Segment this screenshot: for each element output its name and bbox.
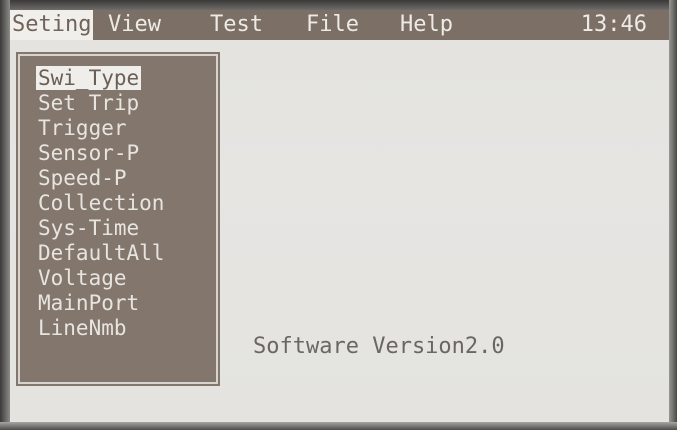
- menu-item-set-trip[interactable]: Set Trip: [36, 91, 141, 115]
- menu-bar: Seting View Test File Help 13:46: [10, 10, 669, 40]
- menu-view[interactable]: View: [106, 10, 163, 40]
- menu-item-collection[interactable]: Collection: [36, 191, 166, 215]
- menu-item-default-all[interactable]: DefaultAll: [36, 241, 166, 265]
- menu-test[interactable]: Test: [208, 10, 265, 40]
- bezel-left: [0, 0, 10, 430]
- menu-file[interactable]: File: [304, 10, 361, 40]
- seting-dropdown-menu: Swi_Type Set Trip Trigger Sensor-P Speed…: [16, 52, 220, 386]
- menu-help[interactable]: Help: [398, 10, 455, 40]
- bezel-bottom: [0, 422, 677, 430]
- menu-item-voltage[interactable]: Voltage: [36, 266, 129, 290]
- menu-item-sys-time[interactable]: Sys-Time: [36, 216, 141, 240]
- menu-seting[interactable]: Seting: [10, 10, 94, 40]
- clock-display: 13:46: [580, 12, 647, 37]
- software-version-text: Software Version2.0: [253, 334, 505, 359]
- menu-item-sensor-p[interactable]: Sensor-P: [36, 141, 141, 165]
- bezel-top: [0, 0, 677, 10]
- menu-item-speed-p[interactable]: Speed-P: [36, 166, 129, 190]
- menu-item-trigger[interactable]: Trigger: [36, 116, 129, 140]
- menu-item-line-nmb[interactable]: LineNmb: [36, 316, 129, 340]
- lcd-screen: Seting View Test File Help 13:46 Swi_Typ…: [0, 0, 677, 430]
- bezel-right: [669, 0, 677, 430]
- menu-item-main-port[interactable]: MainPort: [36, 291, 141, 315]
- menu-item-swi-type[interactable]: Swi_Type: [36, 66, 142, 90]
